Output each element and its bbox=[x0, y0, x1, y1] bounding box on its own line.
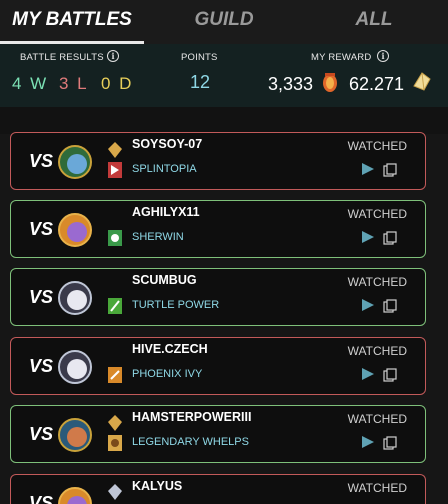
draws-count: 0 D bbox=[101, 74, 134, 93]
sps-icon bbox=[413, 72, 431, 91]
reward-sps-value: 62.271 bbox=[349, 74, 405, 94]
rank-emblem-icon bbox=[108, 142, 122, 158]
play-icon[interactable] bbox=[361, 162, 375, 176]
tab-guild[interactable]: GUILD bbox=[150, 0, 298, 44]
play-icon[interactable] bbox=[361, 367, 375, 381]
opponent-name: SCUMBUG bbox=[132, 273, 197, 287]
battle-tabs: MY BATTLES GUILD ALL bbox=[0, 0, 448, 44]
watched-status: WATCHED bbox=[347, 275, 407, 289]
opponent-name: KALYUS bbox=[132, 479, 183, 493]
battle-card[interactable]: VS HIVE.CZECH PHOENIX IVY WATCHED bbox=[10, 337, 426, 395]
copy-icon[interactable] bbox=[383, 299, 397, 313]
copy-icon[interactable] bbox=[383, 436, 397, 450]
divider bbox=[0, 107, 448, 134]
opponent-avatar bbox=[58, 213, 92, 247]
watched-status: WATCHED bbox=[347, 412, 407, 426]
opponent-name: HAMSTERPOWERIII bbox=[132, 410, 252, 424]
points-value: 12 bbox=[190, 72, 211, 92]
vs-label: VS bbox=[29, 493, 54, 504]
opponent-name: HIVE.CZECH bbox=[132, 342, 208, 356]
rank-emblem-icon bbox=[108, 415, 122, 431]
vs-label: VS bbox=[29, 287, 54, 307]
opponent-avatar bbox=[58, 145, 92, 179]
guild-flag-icon bbox=[108, 367, 122, 383]
battle-card[interactable]: VS HAMSTERPOWERIII LEGENDARY WHELPS WATC… bbox=[10, 405, 426, 463]
battle-card[interactable]: VS SOYSOY-07 SPLINTOPIA WATCHED bbox=[10, 132, 426, 190]
battle-results-label: BATTLE RESULTS bbox=[20, 52, 104, 63]
play-icon[interactable] bbox=[361, 298, 375, 312]
guild-flag-icon bbox=[108, 230, 122, 246]
wins-count: 4 W bbox=[12, 74, 49, 93]
reward-merits-value: 3,333 bbox=[268, 74, 314, 94]
play-icon[interactable] bbox=[361, 435, 375, 449]
opponent-name: SOYSOY-07 bbox=[132, 137, 203, 151]
opponent-name: AGHILYX11 bbox=[132, 205, 200, 219]
opponent-guild: SHERWIN bbox=[132, 231, 184, 243]
reward-info-icon[interactable]: i bbox=[377, 50, 389, 62]
guild-flag-icon bbox=[108, 435, 122, 451]
opponent-guild: LEGENDARY WHELPS bbox=[132, 436, 249, 448]
opponent-guild: TURTLE POWER bbox=[132, 299, 220, 311]
vs-label: VS bbox=[29, 151, 54, 171]
vs-label: VS bbox=[29, 219, 54, 239]
points-label: POINTS bbox=[181, 52, 218, 63]
play-icon[interactable] bbox=[361, 230, 375, 244]
opponent-avatar bbox=[58, 281, 92, 315]
watched-status: WATCHED bbox=[347, 139, 407, 153]
opponent-guild: PHOENIX IVY bbox=[132, 368, 203, 380]
rank-emblem-icon bbox=[108, 484, 122, 500]
vs-label: VS bbox=[29, 356, 54, 376]
battle-card[interactable]: VS SCUMBUG TURTLE POWER WATCHED bbox=[10, 268, 426, 326]
watched-status: WATCHED bbox=[347, 344, 407, 358]
my-reward-label: MY REWARD bbox=[311, 52, 372, 63]
vs-label: VS bbox=[29, 424, 54, 444]
copy-icon[interactable] bbox=[383, 163, 397, 177]
tab-my-battles[interactable]: MY BATTLES bbox=[0, 0, 144, 44]
merits-icon bbox=[323, 73, 337, 92]
opponent-avatar bbox=[58, 487, 92, 504]
opponent-guild: SPLINTOPIA bbox=[132, 163, 197, 175]
copy-icon[interactable] bbox=[383, 231, 397, 245]
copy-icon[interactable] bbox=[383, 368, 397, 382]
watched-status: WATCHED bbox=[347, 481, 407, 495]
watched-status: WATCHED bbox=[347, 207, 407, 221]
losses-count: 3 L bbox=[59, 74, 89, 93]
tab-all[interactable]: ALL bbox=[300, 0, 448, 44]
guild-flag-icon bbox=[108, 298, 122, 314]
opponent-avatar bbox=[58, 350, 92, 384]
opponent-avatar bbox=[58, 418, 92, 452]
battle-results-info-icon[interactable]: i bbox=[107, 50, 119, 62]
battle-card[interactable]: VS KALYUS WATCHED bbox=[10, 474, 426, 504]
battle-card[interactable]: VS AGHILYX11 SHERWIN WATCHED bbox=[10, 200, 426, 258]
guild-flag-icon bbox=[108, 162, 122, 178]
